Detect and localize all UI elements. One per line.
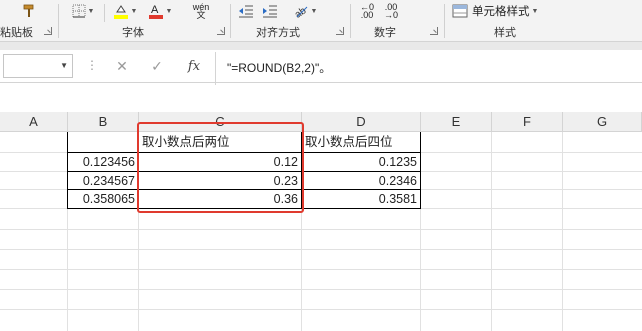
column-header-g[interactable]: G — [563, 112, 642, 132]
formula-bar: ▼ ⋮ ✕ ✓ fx "=ROUND(B2,2)"。 — [0, 50, 642, 85]
chevron-down-icon: ▼ — [130, 7, 138, 15]
cell-b3[interactable]: 0.234567 — [68, 171, 138, 191]
cell-b2[interactable]: 0.123456 — [68, 152, 138, 172]
alignment-launcher-button[interactable] — [336, 27, 344, 35]
ribbon: 粘贴板 ▼ ▼ A ▼ wén 文 字体 ab ▼ 对齐方式 ←0 .00 .0… — [0, 0, 642, 42]
font-group-label: 字体 — [122, 27, 144, 39]
cell-b4[interactable]: 0.358065 — [68, 189, 138, 209]
column-header-b[interactable]: B — [68, 112, 139, 132]
cancel-entry-button[interactable]: ✕ — [112, 56, 132, 76]
clipboard-group-label: 粘贴板 — [0, 27, 33, 39]
decrease-decimal-button[interactable]: .00 →0 — [380, 2, 402, 20]
number-launcher-button[interactable] — [430, 27, 438, 35]
decrease-decimal-bottom: →0 — [383, 10, 398, 20]
format-painter-icon — [23, 4, 34, 17]
increase-indent-button[interactable] — [260, 2, 280, 20]
number-group-label: 数字 — [374, 27, 396, 39]
orientation-button[interactable]: ab ▼ — [290, 2, 320, 20]
chevron-down-icon: ▼ — [310, 7, 318, 15]
close-icon: ✕ — [116, 57, 128, 74]
borders-icon — [72, 4, 86, 18]
font-color-button[interactable]: A ▼ — [144, 2, 176, 20]
increase-decimal-bottom: .00 — [360, 10, 374, 20]
decrease-indent-icon — [239, 5, 253, 18]
orientation-icon: ab — [293, 5, 309, 19]
styles-group-label: 样式 — [494, 27, 516, 39]
svg-text:A: A — [151, 4, 159, 16]
phonetic-bottom: 文 — [196, 10, 206, 20]
chevron-down-icon[interactable]: ▼ — [60, 61, 68, 70]
check-icon: ✓ — [151, 57, 163, 74]
fill-color-button[interactable]: ▼ — [110, 2, 140, 20]
phonetic-button[interactable]: wén 文 — [188, 2, 214, 20]
insert-function-button[interactable]: fx — [184, 56, 204, 76]
cell-styles-label: 单元格样式 — [472, 6, 530, 18]
chevron-down-icon: ▼ — [531, 7, 539, 15]
column-header-d[interactable]: D — [302, 112, 421, 132]
name-box[interactable]: ▼ — [3, 54, 73, 78]
column-header-e[interactable]: E — [421, 112, 492, 132]
fill-color-icon — [113, 5, 128, 19]
ribbon-spacer — [0, 42, 642, 50]
font-color-icon: A — [148, 4, 163, 19]
highlight-box — [137, 122, 304, 213]
increase-decimal-button[interactable]: ←0 .00 — [356, 2, 378, 20]
formula-bar-grip[interactable]: ⋮ — [86, 58, 98, 72]
column-header-f[interactable]: F — [492, 112, 563, 132]
font-launcher-button[interactable] — [217, 27, 225, 35]
cell-d2[interactable]: 0.1235 — [302, 152, 420, 172]
alignment-group-label: 对齐方式 — [256, 27, 300, 39]
confirm-entry-button[interactable]: ✓ — [147, 56, 167, 76]
cell-d3[interactable]: 0.2346 — [302, 171, 420, 191]
borders-button[interactable]: ▼ — [68, 2, 98, 20]
cell-d1[interactable]: 取小数点后四位 — [302, 132, 420, 152]
chevron-down-icon: ▼ — [165, 7, 173, 15]
format-painter-button[interactable] — [18, 2, 40, 20]
decrease-indent-button[interactable] — [236, 2, 256, 20]
column-header-a[interactable]: A — [0, 112, 68, 132]
increase-indent-icon — [263, 5, 277, 18]
formula-input[interactable]: "=ROUND(B2,2)"。 — [227, 59, 331, 76]
cell-styles-button[interactable]: 单元格样式 ▼ — [452, 2, 544, 20]
clipboard-launcher-button[interactable] — [44, 27, 52, 35]
cell-styles-icon — [452, 4, 468, 18]
worksheet-grid[interactable]: A B C D E F G 取小数点后两位 取小数点后四位 0.123456 0… — [0, 112, 642, 331]
fx-icon: fx — [187, 58, 201, 74]
chevron-down-icon: ▼ — [87, 7, 95, 15]
cell-d4[interactable]: 0.3581 — [302, 189, 420, 209]
